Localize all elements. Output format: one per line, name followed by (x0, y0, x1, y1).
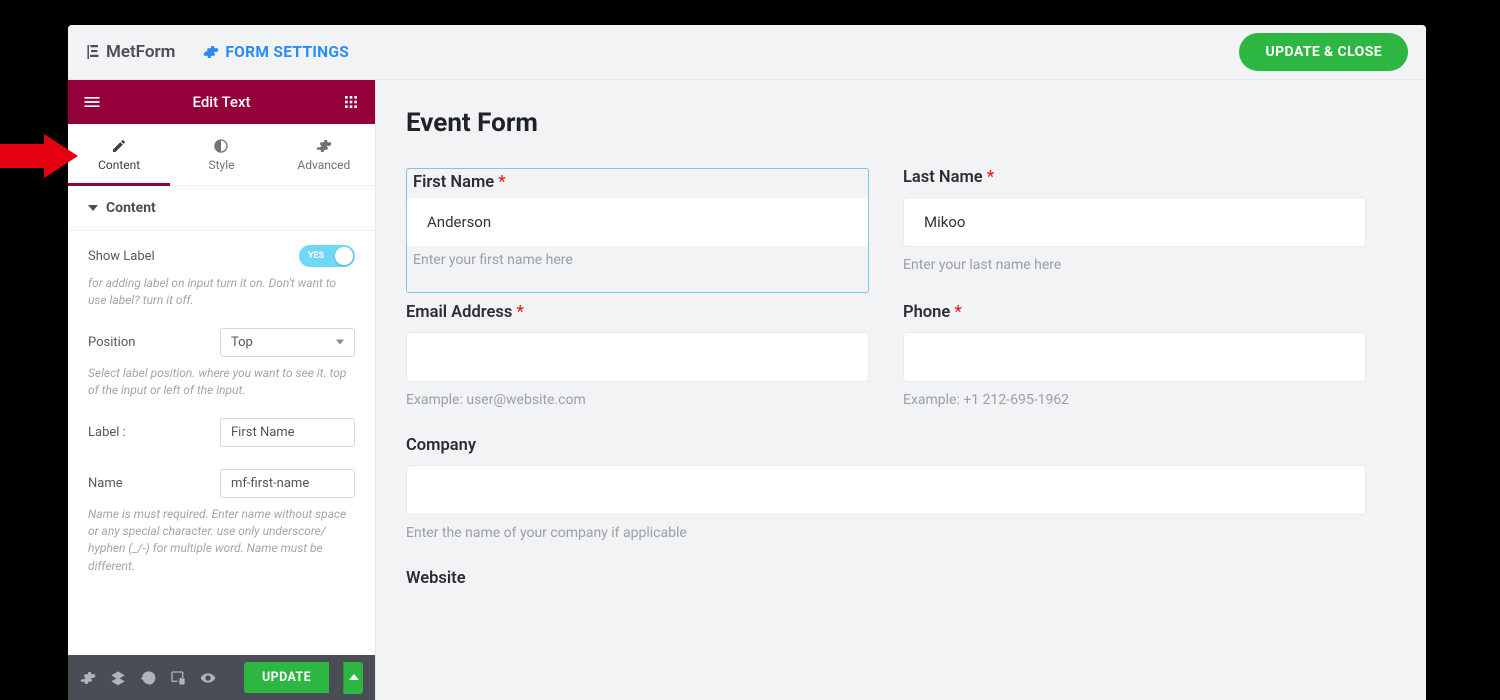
company-input[interactable] (406, 465, 1366, 515)
show-label-hint: for adding label on input turn it on. Do… (88, 275, 355, 310)
show-label-label: Show Label (88, 249, 155, 264)
last-name-input[interactable] (903, 197, 1366, 247)
name-field-label: Name (88, 476, 123, 491)
form-settings-link[interactable]: FORM SETTINGS (203, 43, 349, 61)
contrast-icon (213, 138, 229, 154)
field-first-name[interactable]: First Name * Enter your first name here (406, 168, 869, 293)
brand-logo-icon: |Ξ (86, 42, 98, 62)
show-label-toggle[interactable]: YES (299, 245, 355, 267)
editor-sidebar: Edit Text Content Style Advanced (68, 80, 376, 700)
company-hint: Enter the name of your company if applic… (406, 525, 1366, 541)
name-field-input[interactable] (220, 469, 355, 498)
field-email[interactable]: Email Address * Example: user@website.co… (406, 303, 869, 426)
name-field-hint: Name is must required. Enter name withou… (88, 506, 355, 576)
label-field-label: Label : (88, 425, 126, 440)
last-name-hint: Enter your last name here (903, 257, 1366, 273)
tab-style[interactable]: Style (170, 124, 272, 185)
field-website[interactable]: Website (406, 569, 1366, 598)
label-field-input[interactable] (220, 418, 355, 447)
section-content-toggle[interactable]: Content (68, 186, 375, 231)
metform-editor-modal: |Ξ MetForm FORM SETTINGS UPDATE & CLOSE … (68, 25, 1426, 700)
field-last-name[interactable]: Last Name * Enter your last name here (903, 168, 1366, 293)
website-label: Website (406, 569, 1366, 588)
pencil-icon (111, 138, 127, 154)
menu-icon[interactable] (82, 92, 102, 112)
phone-input[interactable] (903, 332, 1366, 382)
topbar: |Ξ MetForm FORM SETTINGS UPDATE & CLOSE (68, 25, 1426, 80)
panel-tabs: Content Style Advanced (68, 124, 375, 186)
form-canvas[interactable]: Event Form First Name * Enter your first… (376, 80, 1426, 700)
last-name-label: Last Name * (903, 168, 1366, 187)
email-label: Email Address * (406, 303, 869, 322)
position-hint: Select label position. where you want to… (88, 365, 355, 400)
company-label: Company (406, 436, 1366, 455)
brand: |Ξ MetForm (86, 42, 175, 62)
update-button[interactable]: UPDATE (244, 662, 329, 693)
tab-content[interactable]: Content (68, 124, 170, 185)
gear-icon (203, 44, 219, 60)
email-input[interactable] (406, 332, 869, 382)
phone-hint: Example: +1 212-695-1962 (903, 392, 1366, 408)
position-select[interactable]: Top (220, 328, 355, 357)
phone-label: Phone * (903, 303, 1366, 322)
gear-icon (316, 138, 332, 154)
first-name-hint: Enter your first name here (407, 252, 868, 274)
field-company[interactable]: Company Enter the name of your company i… (406, 436, 1366, 559)
position-label: Position (88, 335, 135, 350)
first-name-input[interactable] (407, 198, 868, 246)
navigator-icon[interactable] (110, 669, 126, 687)
settings-icon[interactable] (80, 669, 96, 687)
brand-name: MetForm (106, 42, 175, 62)
form-settings-label: FORM SETTINGS (225, 43, 349, 61)
update-and-close-button[interactable]: UPDATE & CLOSE (1239, 33, 1408, 71)
widgets-grid-icon[interactable] (341, 92, 361, 112)
update-dropdown-button[interactable] (343, 662, 363, 694)
tab-advanced[interactable]: Advanced (273, 124, 375, 185)
preview-icon[interactable] (200, 669, 216, 687)
panel-title: Edit Text (102, 93, 341, 111)
field-phone[interactable]: Phone * Example: +1 212-695-1962 (903, 303, 1366, 426)
form-title: Event Form (406, 108, 1426, 138)
responsive-icon[interactable] (170, 669, 186, 687)
caret-down-icon (88, 203, 98, 213)
panel-header: Edit Text (68, 80, 375, 124)
sidebar-bottom-bar: UPDATE (68, 655, 375, 700)
first-name-label: First Name * (407, 169, 868, 198)
email-hint: Example: user@website.com (406, 392, 869, 408)
history-icon[interactable] (140, 669, 156, 687)
